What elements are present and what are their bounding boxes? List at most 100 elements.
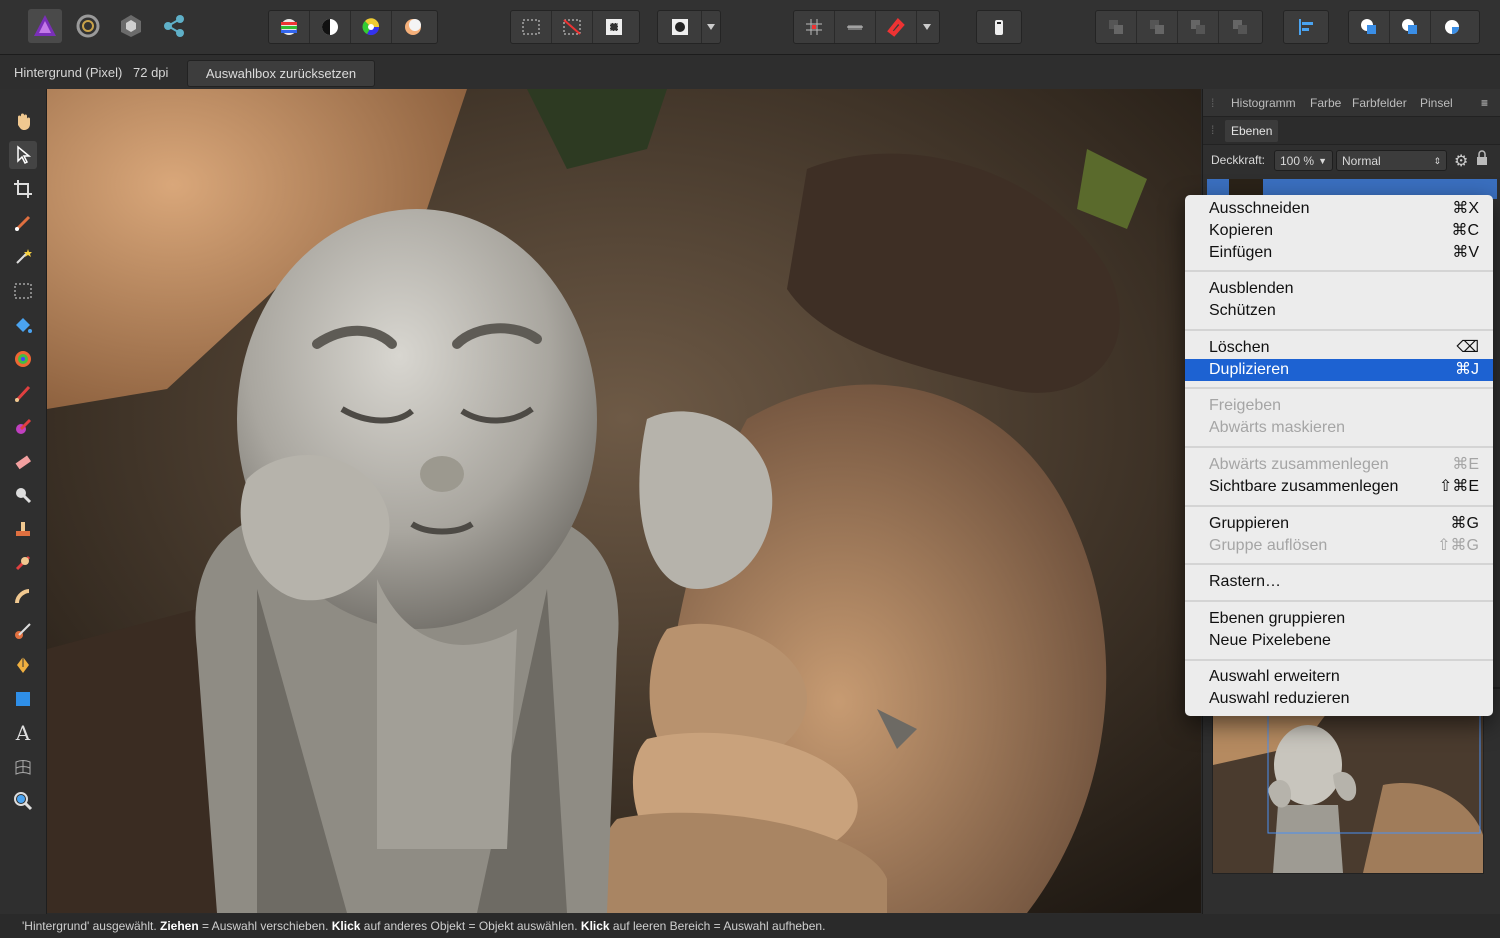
selection-group [510,10,640,44]
layer-info: Hintergrund (Pixel) [14,65,123,80]
layers-header: ⁞ Ebenen [1203,117,1500,145]
menu-item-merge-visible[interactable]: Sichtbare zusammenlegen ⇧⌘E [1185,476,1493,498]
opacity-select[interactable]: 100 % ▼ [1274,150,1333,171]
status-text: 'Hintergrund' ausgewählt. Ziehen = Auswa… [22,919,826,933]
menu-item-rasterize[interactable]: Rastern… [1185,571,1493,593]
pen-icon[interactable] [9,651,37,679]
black-white-icon[interactable] [310,11,351,43]
marquee-select-icon[interactable] [511,11,552,43]
menu-item-group-layers[interactable]: Ebenen gruppieren [1185,608,1493,630]
quick-mask-icon[interactable] [658,11,702,43]
move-to-back-icon[interactable] [1096,11,1137,43]
white-balance-icon[interactable] [392,11,433,43]
blend-mode-value: Normal [1342,154,1381,168]
invert-selection-icon[interactable] [593,11,634,43]
selection-brush-icon[interactable] [9,209,37,237]
tab-histogram[interactable]: Histogramm [1231,96,1296,110]
liquify-persona-icon[interactable] [71,9,105,43]
menu-item-shrink-selection[interactable]: Auswahl reduzieren [1185,688,1493,710]
move-forward-one-icon[interactable] [1178,11,1219,43]
dodge-icon[interactable] [9,481,37,509]
top-toolbar [0,0,1500,55]
lock-icon[interactable] [1476,150,1488,169]
menu-item-merge-down[interactable]: Abwärts zusammenlegen ⌘E [1185,454,1493,476]
photo-persona-icon[interactable] [28,9,62,43]
tab-swatches[interactable]: Farbfelder [1352,96,1407,110]
align-icon[interactable] [1284,11,1328,43]
color-replacement-icon[interactable] [9,413,37,441]
move-tool-icon[interactable] [9,141,37,169]
grid-icon[interactable] [794,11,835,43]
menu-item-copy[interactable]: Kopieren ⌘C [1185,220,1493,242]
hand-icon[interactable] [9,107,37,135]
chevron-down-icon[interactable] [917,11,937,43]
mixer-brush-icon[interactable] [9,617,37,645]
menu-item-lock[interactable]: Schützen [1185,300,1493,322]
gear-icon[interactable]: ⚙ [1454,151,1468,171]
text-tool-icon[interactable]: A [9,719,37,747]
deselect-icon[interactable] [552,11,593,43]
zoom-icon[interactable] [9,787,37,815]
smudge-icon[interactable] [9,583,37,611]
export-persona-icon[interactable] [157,9,191,43]
clone-icon[interactable] [9,515,37,543]
navigator-preview[interactable] [1212,704,1484,874]
panel-tabs: ⁞ Histogramm Farbe Farbfelder Pinsel ≡ [1203,89,1500,117]
menu-item-cut[interactable]: Ausschneiden ⌘X [1185,198,1493,220]
hsl-icon[interactable] [351,11,392,43]
healing-icon[interactable] [9,549,37,577]
quick-mask-group [657,10,721,44]
snapping-magnet-icon[interactable] [876,11,917,43]
drag-grip-icon[interactable]: ⁞ [1211,123,1214,137]
blend-mode-select[interactable]: Normal ⇕ [1336,150,1447,171]
gradient-icon[interactable] [9,345,37,373]
menu-item-paste[interactable]: Einfügen ⌘V [1185,242,1493,264]
dpi-readout: 72 dpi [133,65,169,80]
opacity-value: 100 % [1280,154,1315,168]
magic-wand-icon[interactable] [9,243,37,271]
intersect-shape-icon[interactable] [1431,11,1472,43]
opacity-row: Deckkraft: 100 % ▼ Normal ⇕ ⚙ [1203,145,1500,177]
align-guides-icon[interactable] [835,11,876,43]
levels-icon[interactable] [269,11,310,43]
drag-grip-icon[interactable]: ⁞ [1211,96,1214,110]
chevron-down-icon: ▼ [1318,156,1327,166]
tab-layers[interactable]: Ebenen [1225,120,1279,142]
reset-selection-box-button[interactable]: Auswahlbox zurücksetzen [187,60,375,87]
menu-separator [1185,505,1493,507]
menu-item-mask-to-below[interactable]: Abwärts maskieren [1185,417,1493,439]
menu-item-hide[interactable]: Ausblenden [1185,278,1493,300]
up-down-arrows-icon: ⇕ [1433,156,1441,166]
tab-brushes[interactable]: Pinsel [1420,96,1453,110]
develop-persona-icon[interactable] [114,9,148,43]
subtract-shape-icon[interactable] [1390,11,1431,43]
menu-item-group[interactable]: Gruppieren ⌘G [1185,513,1493,535]
menu-item-ungroup[interactable]: Gruppe auflösen ⇧⌘G [1185,535,1493,557]
eraser-icon[interactable] [9,447,37,475]
marquee-tool-icon[interactable] [9,277,37,305]
menu-item-new-pixel-layer[interactable]: Neue Pixelebene [1185,630,1493,652]
snapping-group [793,10,940,44]
menu-item-release[interactable]: Freigeben [1185,395,1493,417]
panel-menu-icon[interactable]: ≡ [1481,96,1488,110]
menu-item-expand-selection[interactable]: Auswahl erweitern [1185,666,1493,688]
menu-separator [1185,329,1493,331]
flood-fill-icon[interactable] [9,311,37,339]
assistant-icon[interactable] [977,11,1021,43]
menu-item-duplicate[interactable]: Duplizieren ⌘J [1185,359,1493,381]
crop-icon[interactable] [9,175,37,203]
tab-color[interactable]: Farbe [1310,96,1341,110]
mesh-warp-icon[interactable] [9,753,37,781]
add-shape-icon[interactable] [1349,11,1390,43]
layer-context-menu: Ausschneiden ⌘X Kopieren ⌘C Einfügen ⌘V Aus… [1185,195,1493,716]
move-to-front-icon[interactable] [1219,11,1260,43]
chevron-down-icon[interactable] [702,11,720,43]
align-group [1283,10,1329,44]
rectangle-shape-icon[interactable] [9,685,37,713]
document-canvas[interactable] [47,89,1201,913]
tools-panel: A [0,89,47,914]
arrange-group [1095,10,1263,44]
paint-brush-icon[interactable] [9,379,37,407]
move-back-one-icon[interactable] [1137,11,1178,43]
menu-item-delete[interactable]: Löschen ⌫ [1185,337,1493,359]
